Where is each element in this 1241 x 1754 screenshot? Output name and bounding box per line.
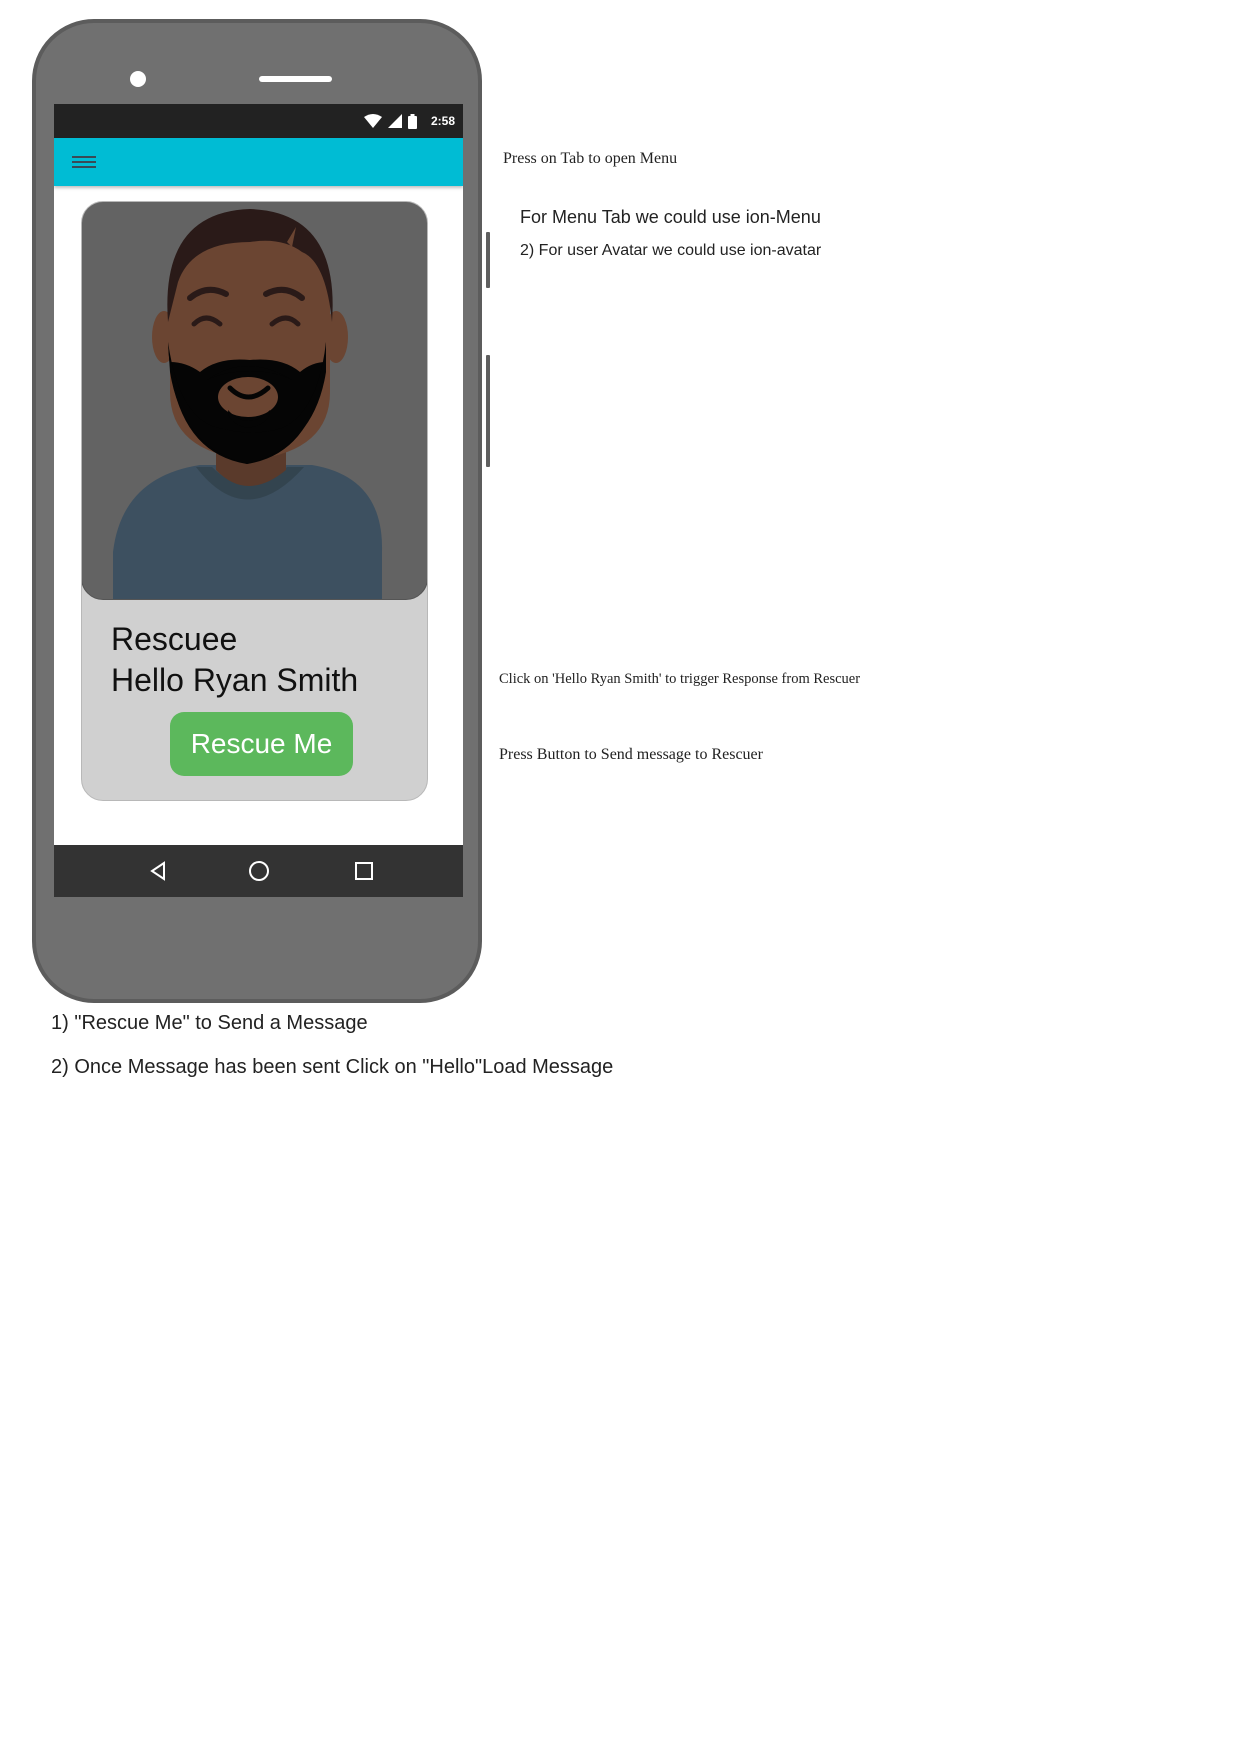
annotation-ion-avatar: 2) For user Avatar we could use ion-avat… (520, 242, 822, 259)
instruction-step-1: 1) "Rescue Me" to Send a Message (51, 1012, 368, 1034)
volume-button (486, 232, 490, 288)
annotation-menu-tab: Press on Tab to open Menu (503, 150, 678, 167)
status-bar: 2:58 (54, 104, 463, 138)
status-time: 2:58 (430, 114, 455, 128)
home-icon[interactable] (247, 859, 271, 883)
toolbar (54, 138, 463, 186)
recents-icon[interactable] (352, 859, 376, 883)
cell-signal-icon (387, 114, 402, 128)
annotation-hello-click: Click on 'Hello Ryan Smith' to trigger R… (499, 671, 861, 687)
earpiece-speaker (259, 76, 332, 82)
android-nav-bar (54, 845, 463, 897)
avatar-illustration (113, 209, 383, 599)
rescue-me-button[interactable]: Rescue Me (170, 712, 353, 776)
card-title: Rescuee (111, 621, 238, 657)
power-button (486, 355, 490, 467)
annotation-ion-menu: For Menu Tab we could use ion-Menu (520, 207, 821, 227)
wifi-icon (363, 114, 382, 128)
annotation-press-button: Press Button to Send message to Rescuer (499, 746, 763, 763)
battery-icon (407, 113, 417, 129)
front-camera (130, 71, 146, 87)
instruction-step-2: 2) Once Message has been sent Click on "… (51, 1056, 614, 1078)
back-icon[interactable] (146, 859, 170, 883)
hello-greeting[interactable]: Hello Ryan Smith (111, 660, 358, 701)
hamburger-menu-icon[interactable] (72, 154, 96, 170)
page: 2:58 Rescuee Hello Ryan Smith Rescue Me … (0, 0, 1241, 1754)
rescuee-card: Rescuee Hello Ryan Smith Rescue Me (81, 201, 428, 801)
user-avatar (82, 202, 427, 600)
phone-screen: 2:58 Rescuee Hello Ryan Smith Rescue Me (54, 104, 463, 897)
